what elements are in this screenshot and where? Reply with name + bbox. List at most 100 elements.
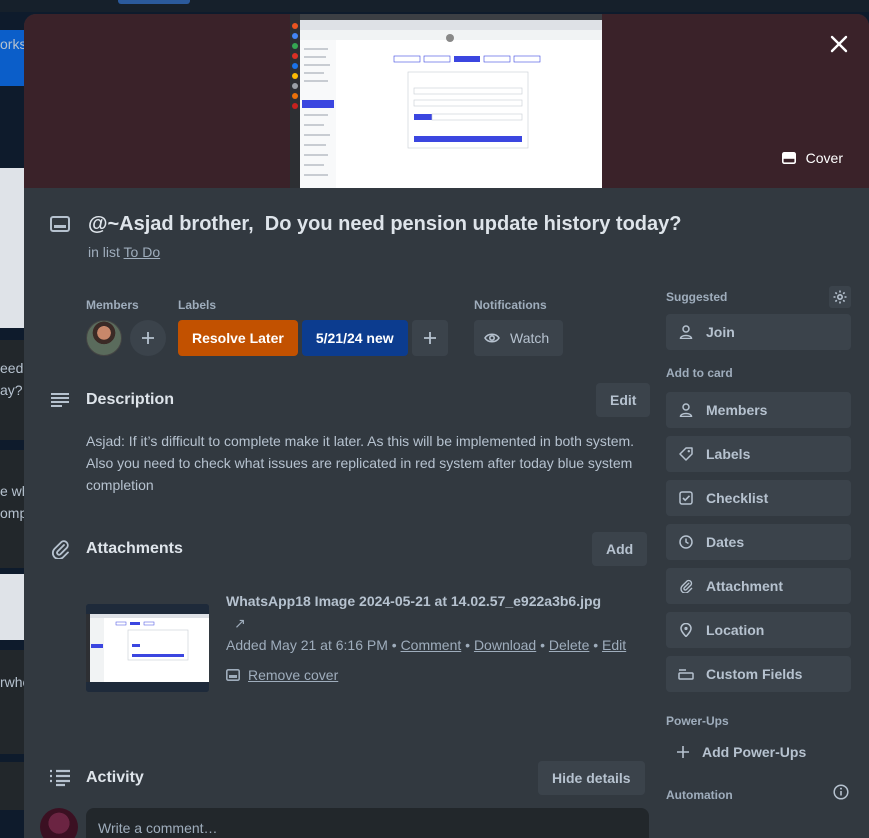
attachments-add-button[interactable]: Add	[592, 532, 648, 566]
attachment-comment-link[interactable]: Comment	[401, 637, 462, 653]
sidebar-custom-fields-button[interactable]: Custom Fields	[666, 656, 851, 692]
remove-cover-link[interactable]: Remove cover	[226, 664, 646, 686]
comment-input[interactable]: Write a comment…	[86, 808, 649, 838]
sidebar-dates-button[interactable]: Dates	[666, 524, 851, 560]
attachment-download-link[interactable]: Download	[474, 637, 536, 653]
board-fragment: eed	[0, 360, 24, 376]
sidebar-location-button[interactable]: Location	[666, 612, 851, 648]
join-button[interactable]: Join	[666, 314, 851, 350]
cover-button[interactable]: Cover	[774, 145, 851, 171]
board-fragment: omp	[0, 505, 26, 521]
cover-icon	[781, 152, 796, 164]
board-fragment: orks	[0, 36, 26, 52]
description-text[interactable]: Asjad: If it’s difficult to complete mak…	[86, 430, 652, 496]
paperclip-icon	[48, 537, 72, 561]
tag-icon	[678, 446, 694, 462]
checklist-icon	[678, 490, 694, 506]
member-avatar[interactable]	[86, 320, 122, 356]
automation-row: Automation	[666, 784, 851, 806]
notifications-section: Notifications Watch	[474, 298, 564, 356]
attachment-edit-link[interactable]: Edit	[602, 637, 626, 653]
sidebar-custom-fields-label: Custom Fields	[706, 666, 803, 682]
board-topbar	[0, 0, 869, 12]
suggested-settings-button[interactable]	[829, 286, 851, 308]
description-header: Description	[48, 388, 174, 412]
description-icon	[48, 388, 72, 412]
add-to-card-heading: Add to card	[666, 366, 733, 380]
attachment-file-name[interactable]: WhatsApp18 Image 2024-05-21 at 14.02.57_…	[226, 593, 601, 609]
board-fragment: rwhe	[0, 674, 26, 690]
card-sidebar: Suggested Join Add to card Members Label…	[666, 284, 851, 806]
watch-button[interactable]: Watch	[474, 320, 564, 356]
sidebar-checklist-button[interactable]: Checklist	[666, 480, 851, 516]
notifications-heading: Notifications	[474, 298, 547, 312]
activity-icon	[48, 766, 72, 790]
card-title[interactable]: @~Asjad brother, Do you need pension upd…	[88, 210, 681, 238]
topbar-tab	[118, 0, 190, 4]
activity-header: Activity	[48, 766, 144, 790]
sidebar-attachment-label: Attachment	[706, 578, 784, 594]
activity-heading: Activity	[86, 769, 144, 786]
labels-section: Labels Resolve Later 5/21/24 new	[178, 298, 448, 356]
gear-icon	[833, 290, 847, 304]
suggested-heading: Suggested	[666, 290, 728, 304]
person-icon	[678, 324, 694, 340]
attachment-delete-link[interactable]: Delete	[549, 637, 589, 653]
board-card	[0, 762, 26, 810]
separator: •	[593, 637, 599, 653]
attachments-heading: Attachments	[86, 540, 183, 557]
location-pin-icon	[678, 622, 694, 638]
board-fragment: ay?	[0, 382, 23, 398]
separator: •	[465, 637, 471, 653]
add-member-button[interactable]	[130, 320, 166, 356]
remove-cover-label: Remove cover	[248, 667, 339, 683]
board-card-image	[0, 574, 26, 640]
separator: •	[391, 637, 397, 653]
plus-icon	[423, 332, 436, 344]
add-label-button[interactable]	[411, 320, 448, 356]
eye-icon	[484, 333, 500, 343]
card-cover: Cover	[24, 14, 869, 188]
card-icon	[48, 212, 72, 236]
open-external-icon[interactable]: ↗	[234, 615, 246, 631]
board-card-image	[0, 168, 26, 328]
plus-icon	[142, 332, 154, 344]
automation-heading: Automation	[666, 788, 733, 802]
info-icon[interactable]	[833, 784, 849, 805]
user-avatar[interactable]	[40, 808, 78, 838]
list-info: in list To Do	[88, 244, 160, 260]
cover-image[interactable]	[290, 14, 602, 188]
board-card	[0, 650, 26, 754]
attachment-added-date: Added May 21 at 6:16 PM	[226, 637, 388, 653]
person-icon	[678, 402, 694, 418]
sidebar-labels-button[interactable]: Labels	[666, 436, 851, 472]
close-button[interactable]	[825, 30, 853, 58]
cover-button-label: Cover	[805, 150, 843, 166]
cover-icon	[226, 669, 240, 681]
attachments-header: Attachments	[48, 537, 183, 561]
description-edit-button[interactable]: Edit	[596, 383, 651, 417]
separator: •	[540, 637, 545, 653]
join-label: Join	[706, 324, 735, 340]
sidebar-members-button[interactable]: Members	[666, 392, 851, 428]
hide-details-button[interactable]: Hide details	[538, 761, 645, 795]
close-icon	[830, 35, 848, 53]
label-date-new[interactable]: 5/21/24 new	[301, 320, 408, 356]
sidebar-dates-label: Dates	[706, 534, 745, 550]
card-detail-modal: Cover @~Asjad brother, Do you need pensi…	[24, 14, 869, 838]
plus-icon	[677, 746, 689, 758]
add-power-ups-label: Add Power-Ups	[702, 744, 807, 760]
description-heading: Description	[86, 391, 175, 408]
watch-label: Watch	[510, 330, 550, 346]
sidebar-members-label: Members	[706, 402, 768, 418]
attachment-thumbnail[interactable]	[86, 604, 209, 692]
attachment-thumbnail-graphic	[86, 604, 209, 692]
add-power-ups-button[interactable]: Add Power-Ups	[666, 734, 851, 770]
sidebar-attachment-button[interactable]: Attachment	[666, 568, 851, 604]
list-link[interactable]: To Do	[124, 244, 161, 260]
label-resolve-later[interactable]: Resolve Later	[178, 320, 298, 356]
sidebar-checklist-label: Checklist	[706, 490, 769, 506]
custom-fields-icon	[678, 666, 694, 682]
sidebar-labels-label: Labels	[706, 446, 751, 462]
power-ups-heading: Power-Ups	[666, 714, 729, 728]
